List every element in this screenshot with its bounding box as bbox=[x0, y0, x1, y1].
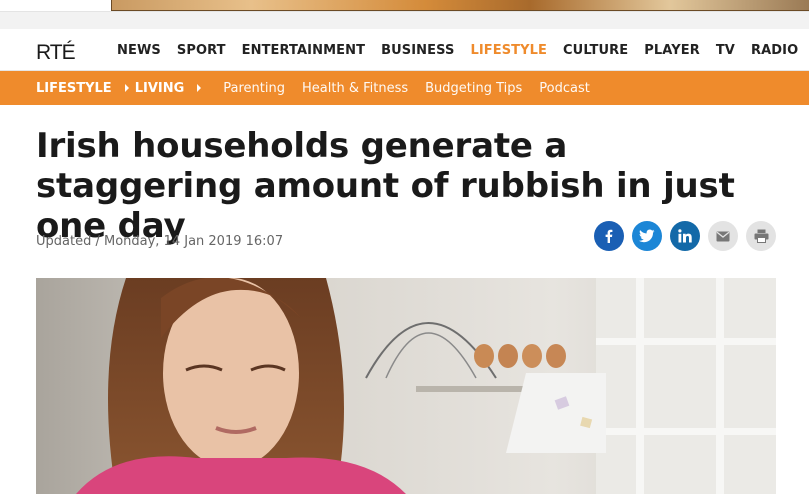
article-updated-date: Updated / Monday, 14 Jan 2019 16:07 bbox=[36, 234, 284, 249]
nav-item-culture[interactable]: CULTURE bbox=[563, 43, 628, 58]
breadcrumb-section[interactable]: LIFESTYLE bbox=[36, 81, 112, 96]
caret-right-icon bbox=[197, 84, 202, 92]
nav-item-business[interactable]: BUSINESS bbox=[381, 43, 454, 58]
nav-item-radio[interactable]: RADIO bbox=[751, 43, 798, 58]
breadcrumb: LIFESTYLE LIVING Parenting Health & Fitn… bbox=[36, 71, 607, 105]
twitter-icon bbox=[639, 229, 655, 243]
share-linkedin-button[interactable] bbox=[670, 221, 700, 251]
advertisement-banner[interactable] bbox=[111, 0, 809, 11]
logo-text: RTÉ bbox=[36, 41, 76, 63]
share-facebook-button[interactable] bbox=[594, 221, 624, 251]
nav-item-sport[interactable]: SPORT bbox=[177, 43, 226, 58]
email-icon bbox=[716, 231, 730, 241]
sub-nav-parenting[interactable]: Parenting bbox=[223, 81, 285, 96]
nav-item-lifestyle[interactable]: LIFESTYLE bbox=[470, 43, 547, 58]
share-email-button[interactable] bbox=[708, 221, 738, 251]
nav-items: NEWS SPORT ENTERTAINMENT BUSINESS LIFEST… bbox=[117, 29, 809, 71]
rte-logo-icon: RTÉ bbox=[36, 41, 77, 63]
facebook-icon bbox=[605, 229, 613, 243]
rte-logo[interactable]: RTÉ bbox=[36, 37, 86, 63]
sub-navigation: LIFESTYLE LIVING Parenting Health & Fitn… bbox=[0, 71, 809, 105]
breadcrumb-subsection[interactable]: LIVING bbox=[135, 81, 185, 96]
share-print-button[interactable] bbox=[746, 221, 776, 251]
sub-nav-health-fitness[interactable]: Health & Fitness bbox=[302, 81, 408, 96]
nav-item-tv[interactable]: TV bbox=[716, 43, 735, 58]
nav-item-news[interactable]: NEWS bbox=[117, 43, 161, 58]
hero-photo-illustration bbox=[36, 278, 776, 494]
article-hero-image bbox=[36, 278, 776, 494]
share-twitter-button[interactable] bbox=[632, 221, 662, 251]
article-headline: Irish households generate a staggering a… bbox=[36, 126, 735, 246]
nav-item-entertainment[interactable]: ENTERTAINMENT bbox=[242, 43, 365, 58]
nav-item-player[interactable]: PLAYER bbox=[644, 43, 700, 58]
ad-strip bbox=[0, 0, 809, 12]
sub-nav-budgeting-tips[interactable]: Budgeting Tips bbox=[425, 81, 522, 96]
caret-right-icon bbox=[124, 84, 129, 92]
linkedin-icon bbox=[678, 229, 692, 243]
main-navigation: RTÉ NEWS SPORT ENTERTAINMENT BUSINESS LI… bbox=[0, 29, 809, 71]
print-icon bbox=[754, 229, 768, 243]
header-spacer bbox=[0, 12, 809, 29]
sub-nav-podcast[interactable]: Podcast bbox=[539, 81, 590, 96]
